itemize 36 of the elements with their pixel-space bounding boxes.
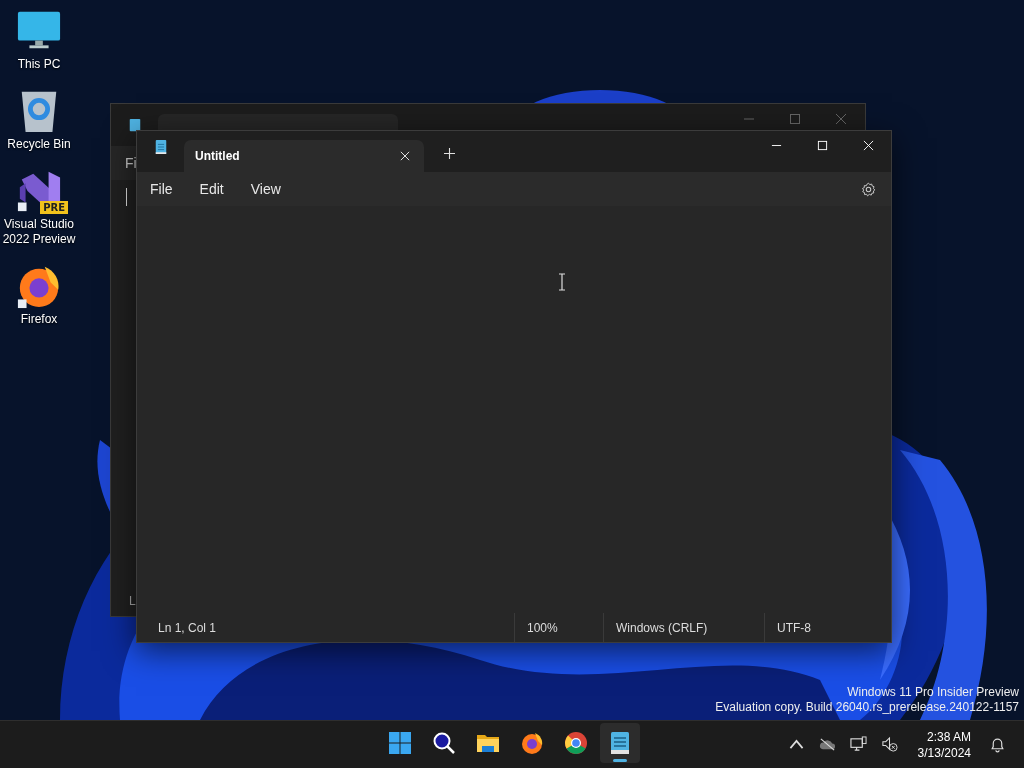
notepad-icon bbox=[608, 731, 632, 755]
text-cursor-icon bbox=[558, 273, 566, 291]
preview-badge: PRE bbox=[40, 201, 68, 214]
tab[interactable]: Untitled bbox=[184, 140, 424, 172]
plus-icon[interactable] bbox=[444, 148, 455, 159]
menu-item[interactable]: Edit bbox=[199, 181, 224, 197]
desktop-icon-label[interactable]: This PC bbox=[0, 57, 78, 72]
clock-time[interactable]: 2:38 AM bbox=[926, 728, 971, 745]
notification-bell-icon[interactable] bbox=[989, 736, 1006, 753]
watermark-text: Evaluation copy. Build 26040.rs_prerelease.240122-1157 bbox=[715, 700, 1019, 715]
menu-item[interactable]: File bbox=[150, 181, 173, 197]
status-text: Ln 1, Col 1 bbox=[157, 619, 218, 637]
volume-muted-icon[interactable] bbox=[880, 736, 898, 753]
search-icon bbox=[432, 731, 456, 755]
notepad-icon bbox=[128, 118, 142, 132]
status-text: L bbox=[129, 594, 136, 608]
desktop-icon-label[interactable]: Visual Studio 2022 Preview bbox=[0, 217, 78, 247]
status-text: UTF-8 bbox=[764, 613, 811, 642]
watermark-text: Windows 11 Pro Insider Preview bbox=[847, 685, 1019, 700]
firefox-icon bbox=[520, 731, 544, 755]
text-caret bbox=[126, 188, 127, 206]
windows-logo-icon bbox=[388, 731, 412, 755]
taskbar-button[interactable] bbox=[600, 723, 640, 763]
menu-item[interactable]: View bbox=[250, 181, 281, 197]
chrome-icon bbox=[564, 731, 588, 755]
status-text: Windows (CRLF) bbox=[603, 613, 764, 642]
clock-date[interactable]: 3/13/2024 bbox=[917, 744, 971, 761]
active-indicator bbox=[613, 759, 627, 762]
cloud-icon[interactable] bbox=[818, 736, 836, 753]
desktop-icon-label[interactable]: Firefox bbox=[0, 312, 78, 327]
menu-item[interactable]: Fi bbox=[125, 155, 137, 171]
notepad-icon bbox=[154, 139, 168, 155]
settings-icon[interactable] bbox=[861, 181, 876, 197]
status-text: 100% bbox=[514, 613, 603, 642]
desktop-icon-label[interactable]: Recycle Bin bbox=[0, 137, 78, 152]
network-icon[interactable] bbox=[849, 736, 867, 753]
